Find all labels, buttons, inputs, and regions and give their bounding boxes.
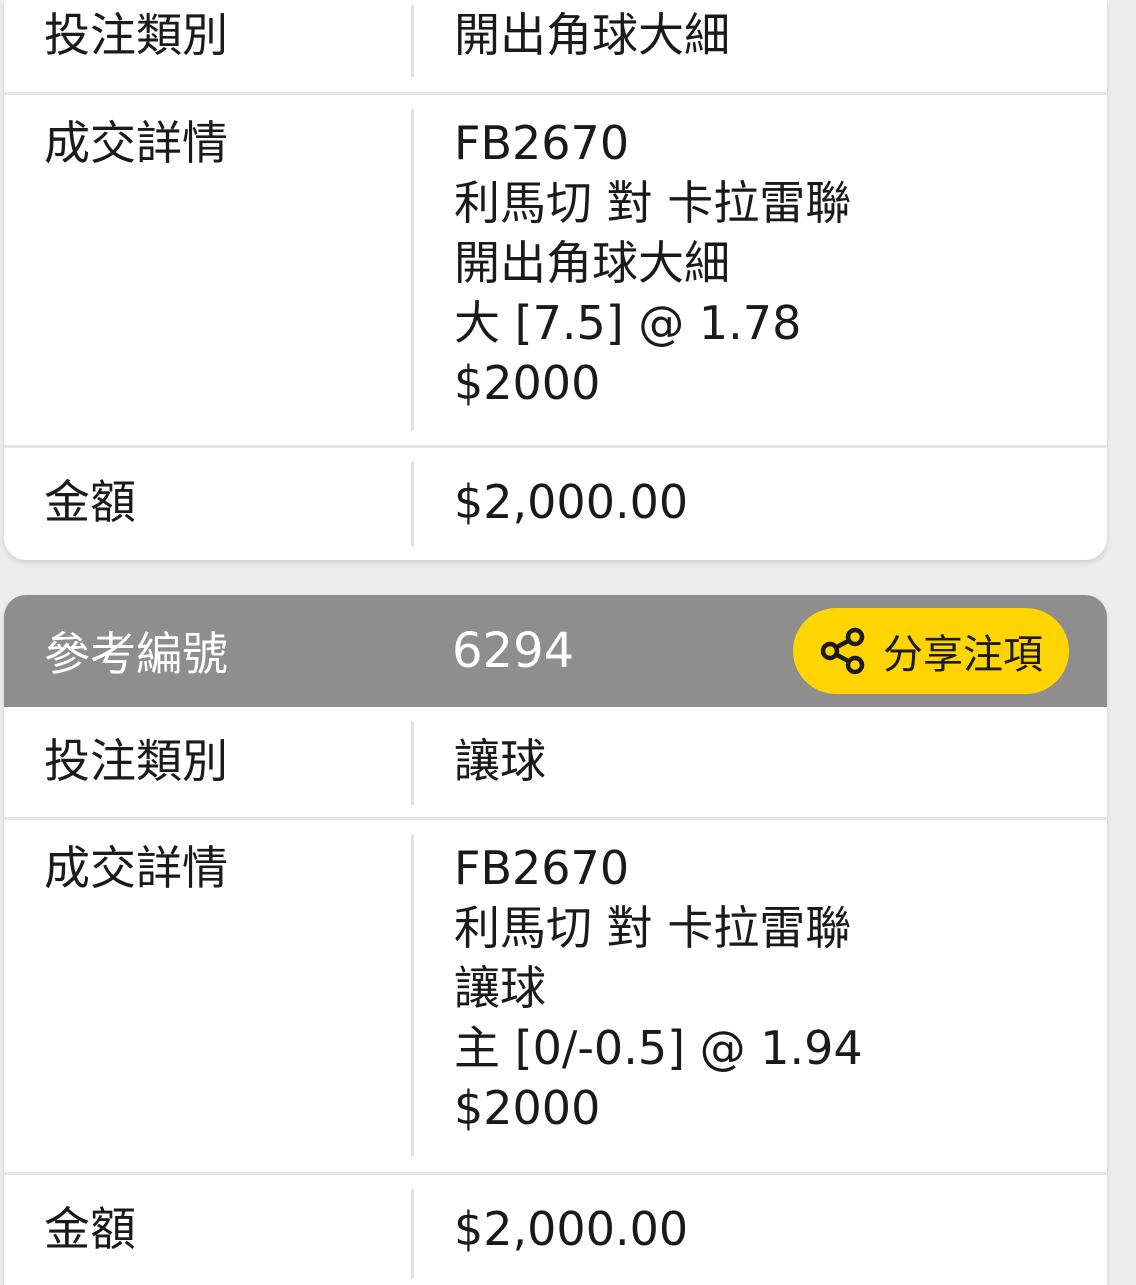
share-bet-label: 分享注項 bbox=[883, 632, 1043, 678]
details-row: 成交詳情 FB2670 利馬切 對 卡拉雷聯 讓球 主 [0/-0.5] @ 1… bbox=[4, 820, 1107, 1175]
amount-row: 金額 $2,000.00 bbox=[4, 448, 1107, 560]
match-teams: 利馬切 對 卡拉雷聯 bbox=[454, 176, 852, 230]
bet-type-value: 開出角球大細 bbox=[454, 8, 730, 62]
details-value: FB2670 利馬切 對 卡拉雷聯 讓球 主 [0/-0.5] @ 1.94 $… bbox=[414, 838, 1107, 1172]
bet-type-row: 投注類別 開出角球大細 bbox=[4, 0, 1107, 95]
details-label: 成交詳情 bbox=[4, 834, 414, 1156]
pool-name: 開出角球大細 bbox=[454, 236, 730, 290]
match-code: FB2670 bbox=[454, 841, 630, 895]
pool-name: 讓球 bbox=[454, 961, 546, 1015]
match-code: FB2670 bbox=[454, 116, 630, 170]
reference-header: 參考編號 6294 分享注項 bbox=[4, 595, 1107, 707]
bet-type-value: 讓球 bbox=[454, 734, 546, 788]
match-teams: 利馬切 對 卡拉雷聯 bbox=[454, 901, 852, 955]
bet-card: 參考編號 6294 分享注項 投注類別 讓球 成交詳情 FB2670 利馬切 對… bbox=[4, 595, 1107, 1285]
bet-type-label: 投注類別 bbox=[4, 5, 414, 77]
amount-row: 金額 $2,000.00 bbox=[4, 1175, 1107, 1285]
reference-label: 參考編號 bbox=[44, 627, 228, 681]
stake: $2000 bbox=[454, 1081, 601, 1135]
amount-value: $2,000.00 bbox=[454, 1202, 689, 1256]
bet-card: 投注類別 開出角球大細 成交詳情 FB2670 利馬切 對 卡拉雷聯 開出角球大… bbox=[4, 0, 1107, 560]
bet-type-row: 投注類別 讓球 bbox=[4, 707, 1107, 820]
share-icon bbox=[820, 627, 865, 675]
reference-number: 6294 bbox=[452, 623, 575, 679]
stake: $2000 bbox=[454, 356, 601, 410]
details-row: 成交詳情 FB2670 利馬切 對 卡拉雷聯 開出角球大細 大 [7.5] @ … bbox=[4, 95, 1107, 448]
share-bet-button[interactable]: 分享注項 bbox=[793, 608, 1069, 694]
selection-odds: 大 [7.5] @ 1.78 bbox=[454, 296, 802, 350]
selection-odds: 主 [0/-0.5] @ 1.94 bbox=[454, 1021, 863, 1075]
details-label: 成交詳情 bbox=[4, 109, 414, 431]
amount-value: $2,000.00 bbox=[454, 475, 689, 529]
amount-label: 金額 bbox=[4, 462, 414, 546]
amount-label: 金額 bbox=[4, 1189, 414, 1279]
bet-type-label: 投注類別 bbox=[4, 721, 414, 805]
details-value: FB2670 利馬切 對 卡拉雷聯 開出角球大細 大 [7.5] @ 1.78 … bbox=[414, 113, 1107, 445]
